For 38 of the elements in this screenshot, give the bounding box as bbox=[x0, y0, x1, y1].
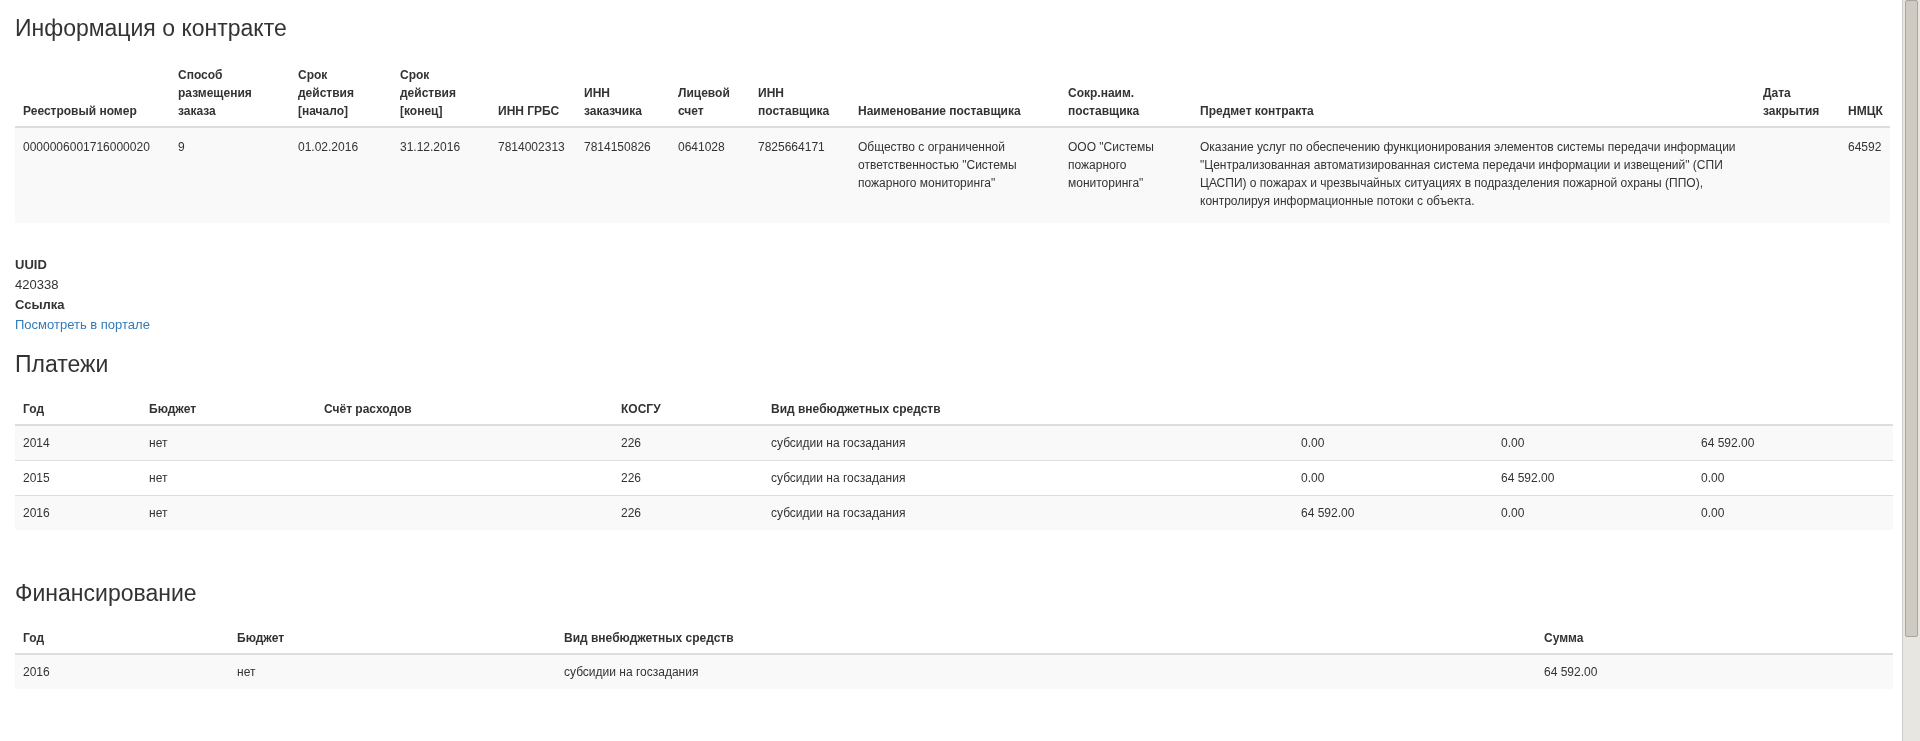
table-cell: 31.12.2016 bbox=[392, 127, 490, 223]
table-cell: 0.00 bbox=[1293, 425, 1493, 461]
table-cell: 0.00 bbox=[1493, 425, 1693, 461]
table-cell: 64 592.00 bbox=[1693, 425, 1893, 461]
table-cell: 2016 bbox=[15, 654, 229, 689]
table-cell: 64 592.00 bbox=[1293, 495, 1493, 530]
table-cell: субсидии на госзадания bbox=[763, 495, 1293, 530]
table-cell: 0.00 bbox=[1493, 495, 1693, 530]
table-cell: нет bbox=[141, 495, 316, 530]
table-cell: 64592 bbox=[1840, 127, 1890, 223]
table-cell: 7814150826 bbox=[576, 127, 670, 223]
table-cell: 2016 bbox=[15, 495, 141, 530]
table-cell: 226 bbox=[613, 495, 763, 530]
table-cell: нет bbox=[141, 425, 316, 461]
section-title: Финансирование bbox=[15, 580, 198, 607]
table-cell: 0641028 bbox=[670, 127, 750, 223]
portal-link[interactable]: Посмотреть в портале bbox=[15, 317, 150, 332]
table-cell: 64 592.00 bbox=[1536, 654, 1893, 689]
field-label: UUID bbox=[15, 256, 48, 274]
table-cell: 9 bbox=[170, 127, 290, 223]
scrollbar[interactable] bbox=[1902, 0, 1920, 741]
table-cell: 226 bbox=[613, 425, 763, 461]
section-title: Платежи bbox=[15, 351, 110, 378]
section-title: Информация о контракте bbox=[15, 15, 288, 42]
table-cell: Оказание услуг по обеспечению функционирования элементов системы передачи информации "Централизованная автоматизированная система передачи информации и извещений" (СПИ ЦАСПИ) о пожарах и чрезвычайных ситуациях в подразделения пожарной охраны (ППО), контролируя информационные потоки с объекта. bbox=[1192, 127, 1755, 223]
table-cell: Общество с ограниченной ответственностью "Системы пожарного мониторинга" bbox=[850, 127, 1060, 223]
table-cell: нет bbox=[229, 654, 556, 689]
table-cell: 7825664171 bbox=[750, 127, 850, 223]
table-cell: субсидии на госзадания bbox=[556, 654, 1536, 689]
table-cell: 7814002313 bbox=[490, 127, 576, 223]
field-label: Ссылка bbox=[15, 296, 66, 314]
table-cell: ООО "Системы пожарного мониторинга" bbox=[1060, 127, 1192, 223]
table-cell: субсидии на госзадания bbox=[763, 425, 1293, 461]
table-cell: 0.00 bbox=[1693, 495, 1893, 530]
table-cell: 01.02.2016 bbox=[290, 127, 392, 223]
field-value: 420338 bbox=[15, 276, 60, 294]
table-cell: 2014 bbox=[15, 425, 141, 461]
table-cell: 0000006001716000020 bbox=[15, 127, 170, 223]
